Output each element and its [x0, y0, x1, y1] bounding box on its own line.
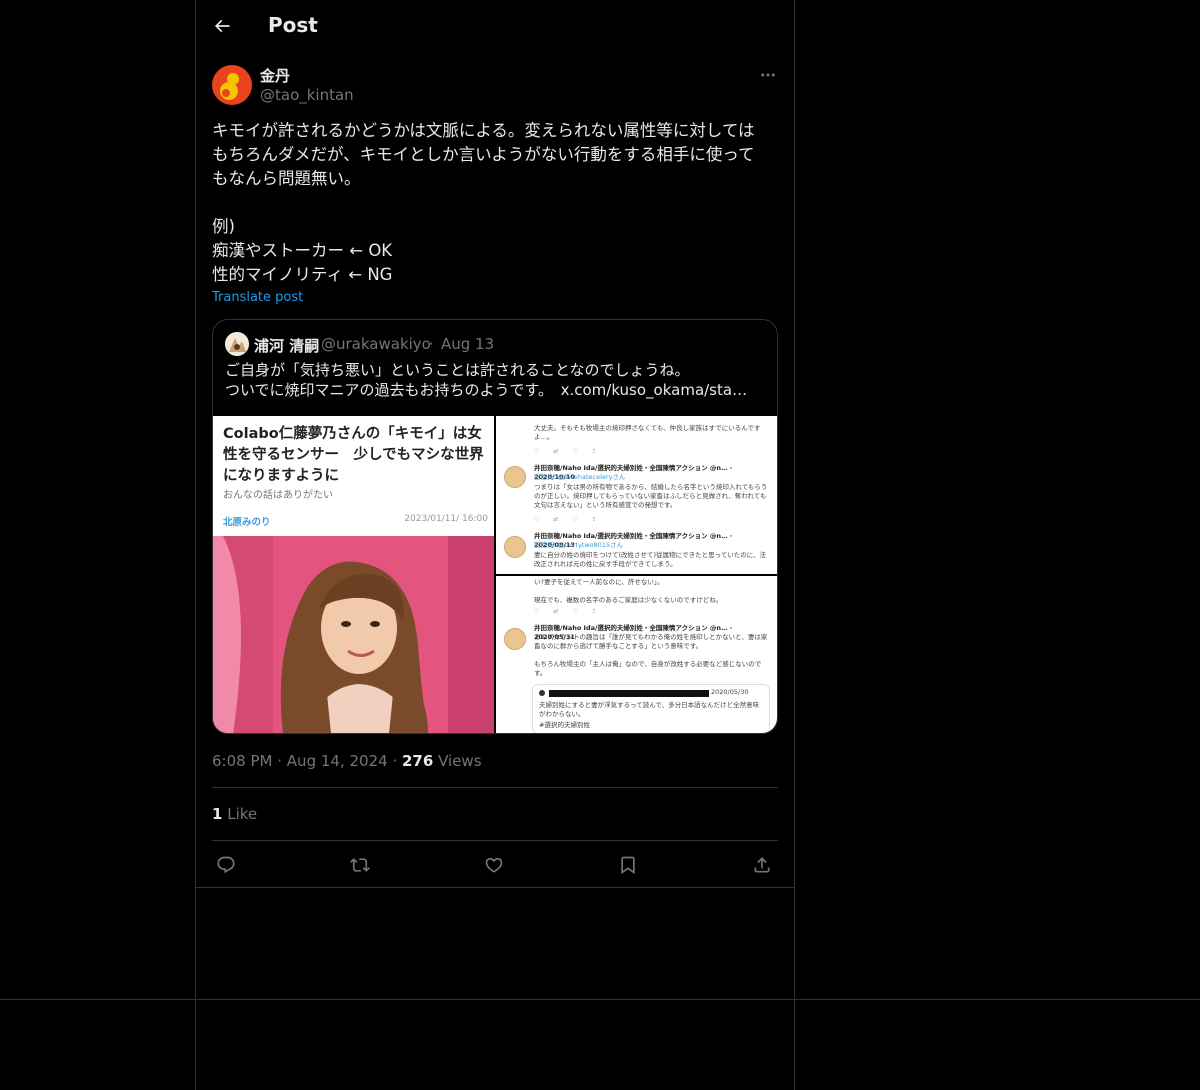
- media-article-image[interactable]: Colabo仁藤夢乃さんの「キモイ」は女性を守るセンサー 少しでもマシな世界にな…: [213, 416, 494, 733]
- column-border-right: [794, 0, 795, 1090]
- meta-dot-2: ·: [392, 752, 398, 770]
- bottom-divider: [0, 999, 1200, 1000]
- ss1-actions-2: ♡ ⇄ ♡ ⇪: [534, 516, 603, 523]
- article-subtitle: おんなの話はありがたい: [223, 490, 333, 501]
- likes-label: Like: [227, 805, 258, 823]
- article-author: 北原みのり: [223, 517, 271, 528]
- share-icon: [754, 857, 770, 873]
- page-title: Post: [268, 13, 318, 37]
- author-handle[interactable]: @tao_kintan: [260, 86, 354, 104]
- ss2-body2: もちろん牧場主の「主人は俺」なので、自身が改姓する必要など感じないのです。: [534, 660, 762, 677]
- article-date: 2023/01/11/ 16:00: [404, 514, 488, 524]
- ss2-actions-1: ♡ ⇄ ♡ ⇪: [534, 608, 603, 615]
- repost-button[interactable]: [346, 851, 374, 879]
- quote-separator: ·: [429, 335, 434, 353]
- quote-avatar-illustration-icon: [225, 332, 249, 356]
- article-title: Colabo仁藤夢乃さんの「キモイ」は女性を守るセンサー 少しでもマシな世界にな…: [223, 426, 484, 484]
- ss1-body1: つまりは「女は男の所有物であるから、結婚したら名字という焼印入れてもらうのが正し…: [534, 483, 768, 509]
- media-screenshot-1[interactable]: 大丈夫。そもそも牧場主の焼印押さなくても、仲良し家族はすでにいるんですよ…。 ♡…: [496, 416, 777, 574]
- quoted-post[interactable]: 浦河 清嗣 @urakawakiyo · Aug 13 ご自身が「気持ち悪い」と…: [212, 319, 778, 734]
- quote-author-name: 浦河 清嗣: [254, 337, 320, 355]
- bookmark-button[interactable]: [614, 851, 642, 879]
- post-column: Post 金丹 @tao_kintan キモイが許されるかどうかは文脈による。変…: [196, 0, 794, 888]
- post-text: キモイが許されるかどうかは文脈による。変えられない属性等に対しては もちろんダメ…: [212, 121, 755, 284]
- ss1-reply1: 返信先: @lovehateceleryさん: [534, 473, 626, 481]
- back-button[interactable]: [208, 12, 236, 40]
- ss1-avatar-2: [504, 536, 526, 558]
- author-avatar[interactable]: [212, 65, 252, 105]
- translate-post-link[interactable]: Translate post: [212, 290, 303, 305]
- ss1-line0: 大丈夫。そもそも牧場主の焼印押さなくても、仲良し家族はすでにいるんですよ…。: [534, 424, 761, 441]
- views-label: Views: [438, 752, 482, 770]
- divider: [212, 787, 778, 788]
- quote-author-avatar: [225, 332, 249, 356]
- more-horizontal-icon: [761, 73, 775, 77]
- ss2-avatar-1: [504, 628, 526, 650]
- reply-button[interactable]: [212, 851, 240, 879]
- quote-text: ご自身が「気持ち悪い」ということは許されることなのでしょうね。 ついでに焼印マニ…: [225, 360, 765, 400]
- quote-text-line1: ご自身が「気持ち悪い」ということは許されることなのでしょうね。: [225, 361, 690, 379]
- post-actions: [212, 851, 778, 879]
- heart-icon: [485, 857, 503, 873]
- ss2-embedded-avatar: [539, 690, 545, 696]
- views-count: 276: [402, 752, 434, 770]
- arrow-left-icon: [214, 19, 230, 33]
- ss1-body2: 妻に自分の姓の焼印をつけて(改姓させて)従属物にできたと思っていたのに、法改正さ…: [534, 551, 767, 568]
- bookmark-icon: [621, 856, 635, 875]
- media-screenshot-2[interactable]: い?妻子を従えて一人前なのに、許せない」。 現在でも、複数の名字のあるご家庭は少…: [496, 576, 777, 733]
- ss2-embedded-post: 2020/05/30 夫婦別姓にすると妻が浮気するって読んで、多分日本語なんだけ…: [532, 684, 770, 733]
- quote-text-line2: ついでに焼印マニアの過去もお持ちのようです。: [225, 381, 546, 399]
- gourd-icon: [220, 73, 239, 100]
- post-time[interactable]: 6:08 PM: [212, 752, 272, 770]
- post-bottom-divider: [196, 887, 794, 888]
- ss1-avatar-1: [504, 466, 526, 488]
- post-meta: 6:08 PM · Aug 14, 2024 · 276 Views: [212, 752, 482, 770]
- quote-media-grid: Colabo仁藤夢乃さんの「キモイ」は女性を守るセンサー 少しでもマシな世界にな…: [213, 416, 777, 733]
- ss2-inner-body: 夫婦別姓にすると妻が浮気するって読んで、多分日本語なんだけど全然意味がわからない…: [539, 701, 760, 718]
- quote-date: Aug 13: [441, 335, 495, 353]
- meta-dot-1: ·: [277, 752, 283, 770]
- ss2-inner-date: 2020/05/30: [711, 688, 749, 696]
- ss2-line0: い?妻子を従えて一人前なのに、許せない」。: [534, 578, 664, 586]
- quote-link[interactable]: x.com/kuso_okama/sta…: [561, 381, 748, 399]
- ss2-body1: あのアカウントの趣旨は「誰が見てもわかる俺の姓を焼印しとかないと、妻は家畜なのに…: [534, 633, 768, 650]
- repost-icon: [350, 858, 370, 872]
- post-author: 金丹 @tao_kintan: [212, 64, 778, 108]
- ss2-inner-tag: #選択的夫婦別姓: [539, 721, 590, 729]
- like-button[interactable]: [480, 851, 508, 879]
- author-name[interactable]: 金丹: [260, 65, 290, 86]
- article-photo: [213, 536, 494, 733]
- likes-count-link[interactable]: 1 Like: [212, 805, 257, 823]
- share-button[interactable]: [748, 851, 776, 879]
- ss1-reply2: 返信先: @thirtytwo8015さん: [534, 541, 624, 549]
- post-date[interactable]: Aug 14, 2024: [287, 752, 388, 770]
- divider: [212, 840, 778, 841]
- quote-author-handle: @urakawakiyo: [321, 335, 431, 353]
- reply-icon: [217, 856, 235, 874]
- likes-count: 1: [212, 805, 223, 823]
- ss1-actions-1: ♡ ⇄ ♡ ⇪: [534, 448, 603, 455]
- post-header: Post: [196, 0, 794, 53]
- ss2-line1: 現在でも、複数の名字のあるご家庭は少なくないのですけどね。: [534, 596, 723, 604]
- more-options-button[interactable]: [758, 64, 778, 86]
- ss2-redacted-bar: [549, 690, 709, 697]
